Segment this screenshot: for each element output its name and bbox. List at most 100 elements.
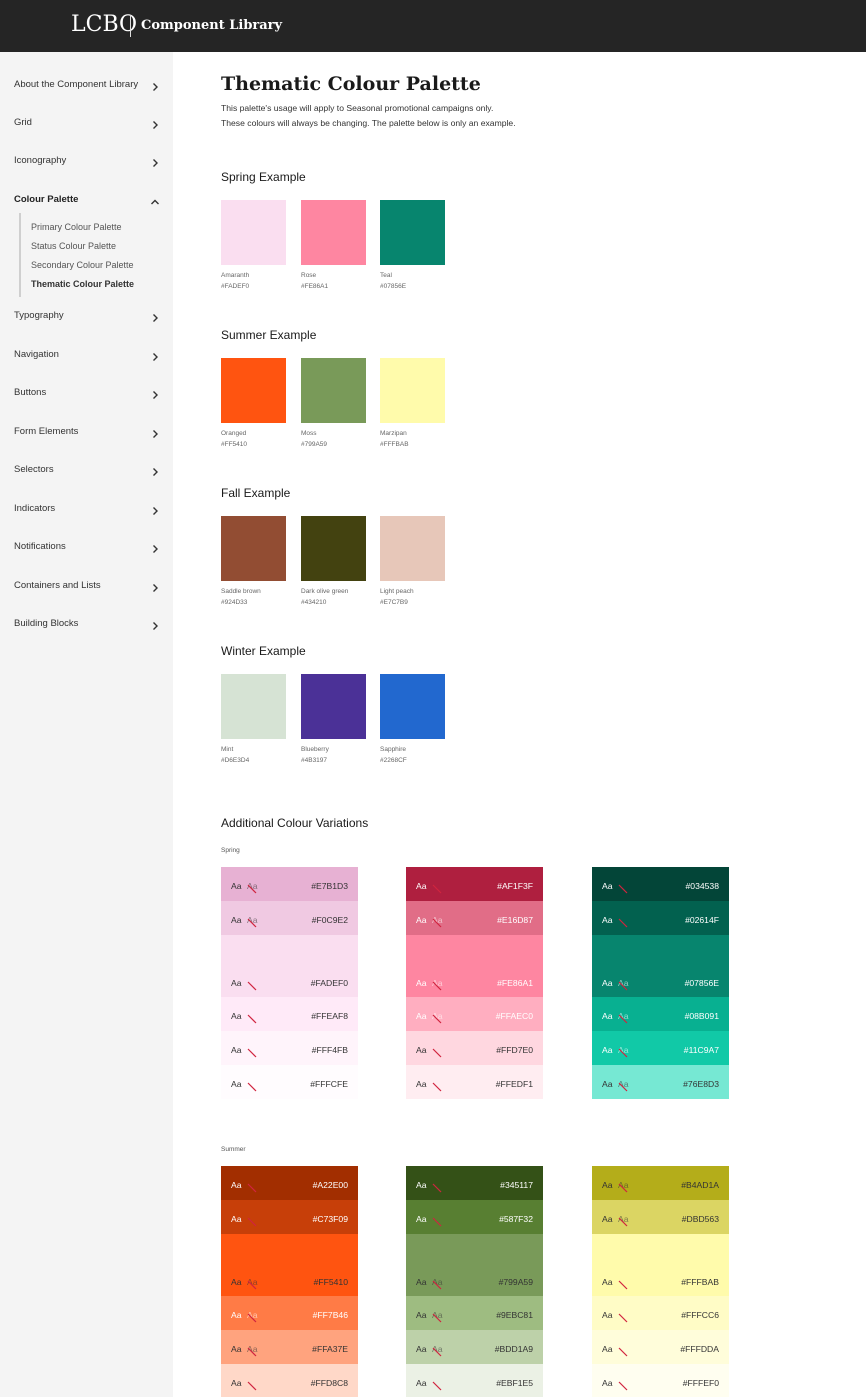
colour-swatch bbox=[380, 358, 445, 423]
contrast-fail-icon bbox=[431, 1012, 443, 1024]
chevron-right-icon[interactable] bbox=[150, 310, 160, 322]
swatch-name: Dark olive green bbox=[301, 588, 349, 595]
variation-row: Aa #FFFEF0 bbox=[592, 1364, 729, 1397]
colour-swatch bbox=[380, 674, 445, 739]
swatch-name: Amaranth bbox=[221, 272, 250, 279]
variation-row: Aa Aa #FFAEC0 bbox=[406, 997, 543, 1031]
variation-hex: #799A59 bbox=[498, 1277, 533, 1287]
chevron-right-icon[interactable] bbox=[150, 541, 160, 553]
sidebar-item-navigation[interactable]: Navigation bbox=[0, 340, 173, 368]
sidebar-item-about-the-component-library[interactable]: About the Component Library bbox=[0, 70, 173, 98]
sidebar-item-label: Colour Palette bbox=[14, 193, 79, 205]
contrast-fail-icon bbox=[617, 1311, 629, 1323]
chevron-right-icon[interactable] bbox=[150, 580, 160, 592]
chevron-right-icon[interactable] bbox=[150, 618, 160, 630]
colour-palette-subnav: Primary Colour Palette Status Colour Pal… bbox=[19, 213, 169, 297]
sidebar-item-label: Selectors bbox=[14, 463, 54, 475]
contrast-sample-label: Aa bbox=[602, 1045, 613, 1055]
sidebar-item-indicators[interactable]: Indicators bbox=[0, 494, 173, 522]
contrast-fail-icon bbox=[246, 916, 258, 928]
variation-row: Aa #EBF1E5 bbox=[406, 1364, 543, 1397]
variation-hex: #E16D87 bbox=[497, 915, 533, 925]
contrast-sample-label: Aa bbox=[416, 1079, 427, 1089]
contrast-fail-icon bbox=[431, 1345, 443, 1357]
header-divider bbox=[130, 15, 131, 37]
contrast-sample-label: Aa bbox=[231, 1011, 242, 1021]
variation-hex: #08B091 bbox=[684, 1011, 719, 1021]
variation-row: Aa #345117 bbox=[406, 1166, 543, 1200]
variation-row: Aa Aa #799A59 bbox=[406, 1234, 543, 1296]
contrast-sample-label: Aa bbox=[231, 1079, 242, 1089]
colour-swatch bbox=[301, 516, 366, 581]
subnav-item-thematic[interactable]: Thematic Colour Palette bbox=[31, 279, 134, 289]
chevron-right-icon[interactable] bbox=[150, 426, 160, 438]
sidebar-item-buttons[interactable]: Buttons bbox=[0, 378, 173, 406]
sidebar-item-building-blocks[interactable]: Building Blocks bbox=[0, 609, 173, 637]
variation-hex: #FFFCFE bbox=[310, 1079, 348, 1089]
subnav-item-primary[interactable]: Primary Colour Palette bbox=[31, 222, 122, 232]
sidebar-item-label: Typography bbox=[14, 309, 64, 321]
variation-hex: #E7B1D3 bbox=[311, 881, 348, 891]
contrast-sample-label: Aa bbox=[602, 1011, 613, 1021]
contrast-sample-label: Aa bbox=[416, 1277, 427, 1287]
variation-hex: #FFF4FB bbox=[311, 1045, 348, 1055]
variation-column: Aa #345117 Aa #587F32 Aa Aa #799A59 Aa Aa #9EBC81… bbox=[406, 1166, 543, 1397]
contrast-sample-label: Aa bbox=[602, 1180, 613, 1190]
variation-row: Aa #FADEF0 bbox=[221, 935, 358, 997]
variation-row: Aa Aa #FE86A1 bbox=[406, 935, 543, 997]
colour-swatch bbox=[221, 200, 286, 265]
sidebar-item-typography[interactable]: Typography bbox=[0, 301, 173, 329]
swatch-hex: #FE86A1 bbox=[301, 283, 329, 290]
app-title: Component Library bbox=[141, 18, 283, 33]
contrast-fail-icon bbox=[246, 979, 258, 991]
variation-hex: #B4AD1A bbox=[681, 1180, 719, 1190]
chevron-right-icon[interactable] bbox=[150, 349, 160, 361]
swatch-name: Light peach bbox=[380, 588, 414, 595]
contrast-sample-label: Aa bbox=[416, 1344, 427, 1354]
variation-row: Aa Aa #DBD563 bbox=[592, 1200, 729, 1234]
contrast-fail-icon bbox=[431, 1181, 443, 1193]
swatch-name: Oranged bbox=[221, 430, 247, 437]
contrast-sample-label: Aa bbox=[231, 978, 242, 988]
chevron-up-icon[interactable] bbox=[150, 194, 160, 205]
swatch-hex: #FFFBAB bbox=[380, 441, 409, 448]
swatch-name: Sapphire bbox=[380, 746, 407, 753]
section-title: Summer Example bbox=[221, 328, 317, 342]
chevron-right-icon[interactable] bbox=[150, 79, 160, 91]
chevron-right-icon[interactable] bbox=[150, 155, 160, 167]
chevron-right-icon[interactable] bbox=[150, 117, 160, 129]
contrast-fail-icon bbox=[246, 882, 258, 894]
chevron-right-icon[interactable] bbox=[150, 503, 160, 515]
chevron-right-icon[interactable] bbox=[150, 464, 160, 476]
variation-column: Aa #AF1F3F Aa Aa #E16D87 Aa Aa #FE86A1 Aa Aa #FFAE… bbox=[406, 867, 543, 1099]
lcbo-logo[interactable]: LCBO bbox=[71, 12, 137, 37]
subnav-item-secondary[interactable]: Secondary Colour Palette bbox=[31, 260, 134, 270]
subnav-item-status[interactable]: Status Colour Palette bbox=[31, 241, 116, 251]
variation-row: Aa #FFFDDA bbox=[592, 1330, 729, 1364]
contrast-fail-icon bbox=[246, 1278, 258, 1290]
swatch-hex: #924D33 bbox=[221, 599, 248, 606]
contrast-fail-icon bbox=[246, 1215, 258, 1227]
contrast-fail-icon bbox=[246, 1311, 258, 1323]
variation-hex: #587F32 bbox=[499, 1214, 533, 1224]
variation-row: Aa Aa #FF7B46 bbox=[221, 1296, 358, 1330]
contrast-fail-icon bbox=[617, 1278, 629, 1290]
contrast-sample-label: Aa bbox=[602, 1378, 613, 1388]
variation-hex: #76E8D3 bbox=[683, 1079, 719, 1089]
sidebar-item-grid[interactable]: Grid bbox=[0, 108, 173, 136]
sidebar-item-colour-palette[interactable]: Colour Palette bbox=[0, 185, 173, 213]
sidebar-item-notifications[interactable]: Notifications bbox=[0, 532, 173, 560]
contrast-sample-label: Aa bbox=[416, 978, 427, 988]
variation-row: Aa #A22E00 bbox=[221, 1166, 358, 1200]
sidebar-item-iconography[interactable]: Iconography bbox=[0, 146, 173, 174]
contrast-sample-label: Aa bbox=[416, 915, 427, 925]
swatch-hex: #434210 bbox=[301, 599, 327, 606]
contrast-sample-label: Aa bbox=[602, 1310, 613, 1320]
contrast-sample-label: Aa bbox=[231, 915, 242, 925]
sidebar-item-selectors[interactable]: Selectors bbox=[0, 455, 173, 483]
chevron-right-icon[interactable] bbox=[150, 387, 160, 399]
sidebar-item-form-elements[interactable]: Form Elements bbox=[0, 417, 173, 445]
variation-row: Aa Aa #E16D87 bbox=[406, 901, 543, 935]
sidebar-item-containers-and-lists[interactable]: Containers and Lists bbox=[0, 571, 173, 599]
contrast-sample-label: Aa bbox=[602, 1214, 613, 1224]
